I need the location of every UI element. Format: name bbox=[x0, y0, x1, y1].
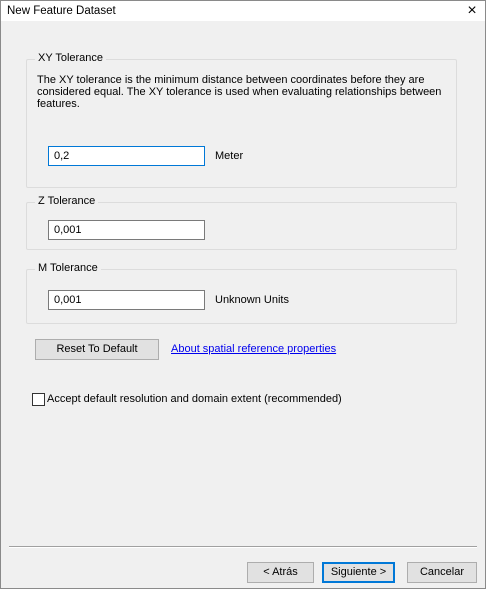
accept-default-checkbox[interactable] bbox=[32, 393, 45, 406]
m-tolerance-input[interactable]: 0,001 bbox=[48, 290, 205, 310]
back-button[interactable]: < Atrás bbox=[247, 562, 314, 583]
close-icon[interactable]: × bbox=[463, 2, 481, 20]
m-tolerance-group: M Tolerance 0,001 Unknown Units bbox=[26, 262, 457, 324]
title-bar: New Feature Dataset × bbox=[1, 1, 485, 21]
xy-tolerance-legend: XY Tolerance bbox=[35, 52, 107, 64]
cancel-button[interactable]: Cancelar bbox=[407, 562, 477, 583]
z-tolerance-group: Z Tolerance 0,001 bbox=[26, 195, 457, 250]
dialog-body: XY Tolerance The XY tolerance is the min… bbox=[1, 21, 485, 588]
reset-to-default-button[interactable]: Reset To Default bbox=[35, 339, 159, 360]
dialog-title: New Feature Dataset bbox=[7, 5, 116, 17]
z-tolerance-input[interactable]: 0,001 bbox=[48, 220, 205, 240]
m-tolerance-legend: M Tolerance bbox=[35, 262, 101, 274]
m-tolerance-unit: Unknown Units bbox=[215, 294, 289, 306]
accept-default-label[interactable]: Accept default resolution and domain ext… bbox=[47, 393, 342, 405]
xy-tolerance-description: The XY tolerance is the minimum distance… bbox=[37, 74, 442, 110]
about-spatial-reference-link[interactable]: About spatial reference properties bbox=[171, 343, 336, 355]
xy-tolerance-input[interactable]: 0,2 bbox=[48, 146, 205, 166]
xy-tolerance-unit: Meter bbox=[215, 150, 244, 162]
next-button[interactable]: Siguiente > bbox=[322, 562, 395, 583]
xy-tolerance-group: XY Tolerance The XY tolerance is the min… bbox=[26, 52, 457, 188]
z-tolerance-legend: Z Tolerance bbox=[35, 195, 99, 207]
new-feature-dataset-dialog: New Feature Dataset × XY Tolerance The X… bbox=[0, 0, 486, 589]
footer-separator bbox=[9, 546, 477, 548]
